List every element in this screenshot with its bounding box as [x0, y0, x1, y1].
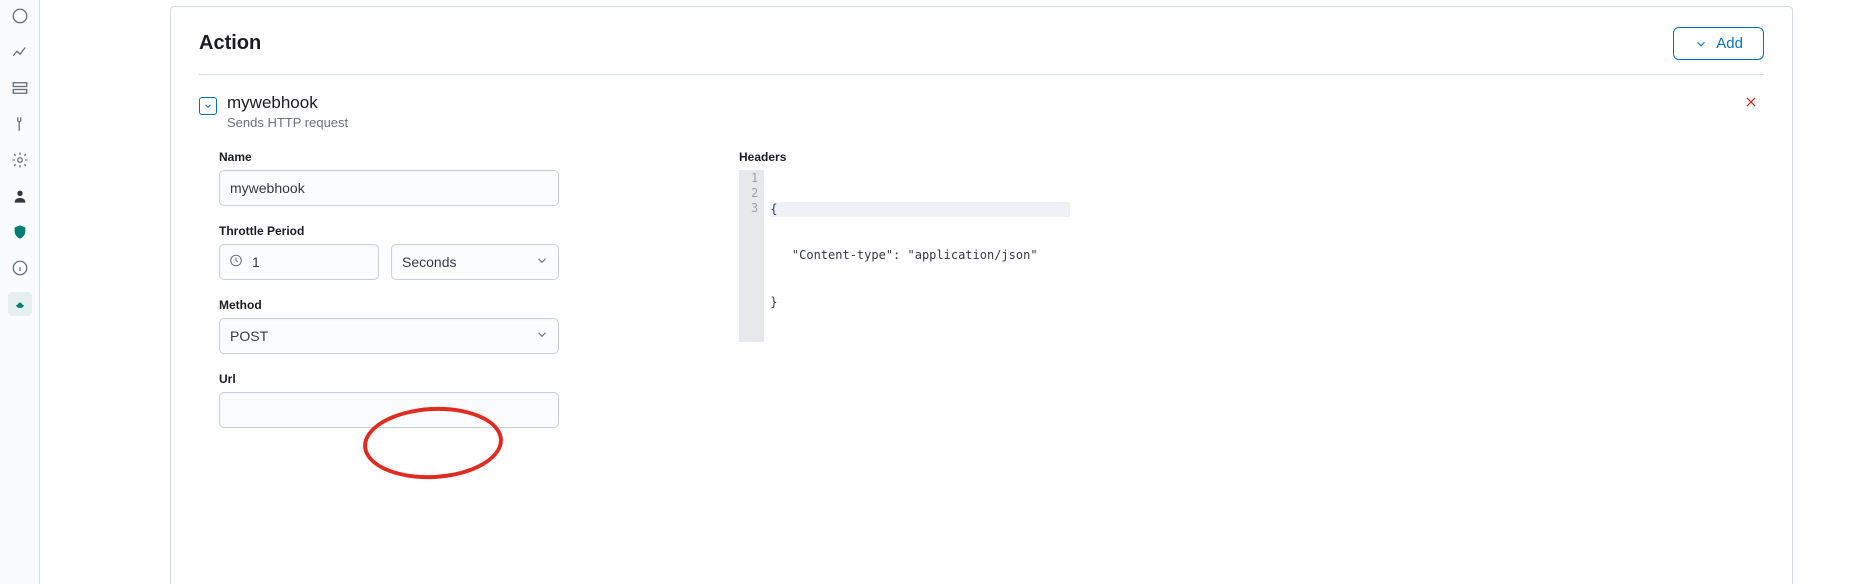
throttle-unit-select[interactable]	[391, 244, 559, 280]
clock-icon	[229, 254, 243, 271]
panel-title: Action	[199, 32, 261, 55]
url-label: Url	[219, 372, 559, 386]
visualize-icon[interactable]	[8, 40, 32, 64]
name-label: Name	[219, 150, 559, 164]
delete-action-button[interactable]	[1738, 93, 1764, 116]
throttle-label: Throttle Period	[219, 224, 559, 238]
app-icon[interactable]	[8, 292, 32, 316]
action-item-title: mywebhook	[227, 93, 348, 113]
settings-icon[interactable]	[8, 148, 32, 172]
chevron-down-icon	[1694, 37, 1708, 51]
editor-code[interactable]: { "Content-type": "application/json" }	[764, 170, 1076, 342]
throttle-value-input[interactable]	[219, 244, 379, 280]
editor-gutter: 123	[739, 170, 764, 342]
data-icon[interactable]	[8, 76, 32, 100]
expand-toggle[interactable]	[199, 97, 217, 115]
headers-label: Headers	[739, 150, 1079, 164]
action-panel: Action Add mywebhook Sends HTTP request	[170, 6, 1793, 584]
close-icon	[1744, 95, 1758, 109]
chevron-down-icon	[203, 101, 213, 111]
headers-editor[interactable]: 123 { "Content-type": "application/json"…	[739, 170, 1079, 342]
dashboard-icon[interactable]	[8, 4, 32, 28]
user-icon[interactable]	[8, 184, 32, 208]
url-input[interactable]	[219, 392, 559, 428]
security-icon[interactable]	[8, 220, 32, 244]
add-action-button[interactable]: Add	[1673, 27, 1764, 60]
side-navigation	[0, 0, 40, 584]
action-item-subtitle: Sends HTTP request	[227, 115, 348, 130]
name-input[interactable]	[219, 170, 559, 206]
devtools-icon[interactable]	[8, 112, 32, 136]
method-select[interactable]	[219, 318, 559, 354]
method-label: Method	[219, 298, 559, 312]
add-button-label: Add	[1716, 35, 1743, 52]
info-icon[interactable]	[8, 256, 32, 280]
